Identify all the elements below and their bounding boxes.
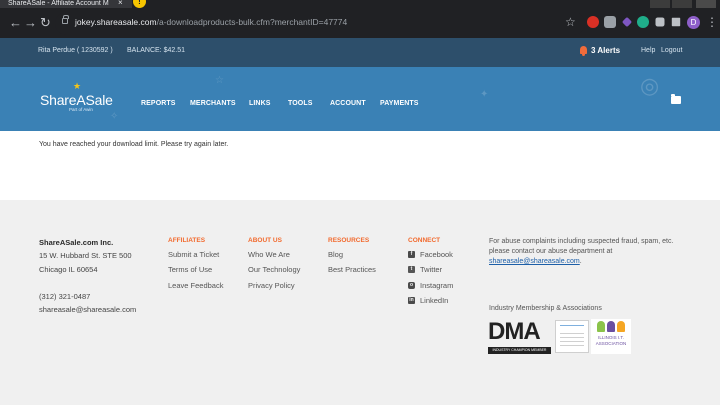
abuse-email-link[interactable]: shareasale@shareasale.com xyxy=(489,258,580,265)
abuse-period: . xyxy=(579,258,582,265)
profile-avatar[interactable]: D xyxy=(687,16,700,29)
illinois-it-text: ILLINOIS I.T. ASSOCIATION xyxy=(595,335,627,346)
folder-icon[interactable] xyxy=(671,94,681,104)
company-name: ShareASale.com Inc. xyxy=(39,238,114,247)
url-text[interactable]: jokey.shareasale.com/a-downloadproducts-… xyxy=(75,16,347,28)
company-email[interactable]: shareasale@shareasale.com xyxy=(39,305,136,315)
browser-menu-icon[interactable]: ⋮ xyxy=(706,14,718,30)
dma-logo-text: DMA xyxy=(488,318,541,345)
help-link[interactable]: Help xyxy=(641,47,655,54)
abuse-notice: For abuse complaints including suspected… xyxy=(489,237,689,267)
extensions-puzzle-icon[interactable] xyxy=(655,17,665,27)
decorative-star-icon: ✦ xyxy=(480,89,489,100)
resources-heading: RESOURCES xyxy=(328,237,370,244)
account-balance: BALANCE: $42.51 xyxy=(127,47,185,54)
membership-heading: Industry Membership & Associations xyxy=(489,305,602,312)
forward-icon[interactable]: → xyxy=(24,15,37,31)
about-heading: ABOUT US xyxy=(248,237,282,244)
user-name: Rita Perdue ( 1230592 ) xyxy=(38,47,113,54)
download-limit-message: You have reached your download limit. Pl… xyxy=(39,141,229,148)
decorative-star-icon: ☆ xyxy=(215,75,224,86)
leave-feedback-link[interactable]: Leave Feedback xyxy=(168,281,223,290)
company-address-line2: Chicago IL 60654 xyxy=(39,265,98,274)
best-practices-link[interactable]: Best Practices xyxy=(328,265,376,274)
tab-title: ShareASale - Affiliate Account M xyxy=(8,0,109,7)
back-icon[interactable]: ← xyxy=(9,15,22,31)
nav-reports[interactable]: REPORTS xyxy=(141,100,176,107)
alerts-link[interactable]: 3 Alerts xyxy=(591,46,620,55)
facebook-icon: f xyxy=(408,251,415,258)
reload-icon[interactable]: ↻ xyxy=(40,15,51,31)
affiliates-heading: AFFILIATES xyxy=(168,237,206,244)
twitter-icon: t xyxy=(408,266,415,273)
nav-links[interactable]: LINKS xyxy=(249,100,271,107)
bookmark-star-icon[interactable]: ☆ xyxy=(565,15,576,29)
blog-link[interactable]: Blog xyxy=(328,250,343,259)
window-close-button[interactable] xyxy=(696,0,716,8)
extension-red-icon[interactable] xyxy=(587,16,599,28)
tab-close-icon[interactable]: × xyxy=(118,0,123,7)
who-we-are-link[interactable]: Who We Are xyxy=(248,250,290,259)
certificate-badge[interactable] xyxy=(555,320,589,353)
bell-icon[interactable] xyxy=(579,45,588,56)
twitter-link[interactable]: Twitter xyxy=(420,265,442,274)
main-nav: ☆ ✦ ✧ ◎ ★ ShareASale Part of Awin REPORT… xyxy=(0,67,720,131)
company-phone: (312) 321-0487 xyxy=(39,292,91,301)
people-icon xyxy=(596,321,626,333)
nav-tools[interactable]: TOOLS xyxy=(288,100,312,107)
minimize-button[interactable] xyxy=(650,0,670,8)
decorative-star-icon: ✧ xyxy=(110,111,119,122)
nav-merchants[interactable]: MERCHANTS xyxy=(190,100,236,107)
shareasale-logo[interactable]: ShareASale xyxy=(40,92,113,108)
reading-list-icon[interactable] xyxy=(671,17,681,27)
logo-subtitle: Part of Awin xyxy=(69,107,93,112)
footer: ShareASale.com Inc. 15 W. Hubbard St. ST… xyxy=(0,200,720,405)
linkedin-icon: in xyxy=(408,297,415,304)
facebook-link[interactable]: Facebook xyxy=(420,250,453,259)
maximize-button[interactable] xyxy=(672,0,692,8)
extension-pen-icon[interactable] xyxy=(621,16,633,28)
main-content: You have reached your download limit. Pl… xyxy=(0,131,720,200)
nav-account[interactable]: ACCOUNT xyxy=(330,100,366,107)
browser-tabstrip: ShareASale - Affiliate Account M × ! xyxy=(0,0,720,8)
browser-toolbar: ← → ↻ jokey.shareasale.com/a-downloadpro… xyxy=(0,8,720,38)
nav-payments[interactable]: PAYMENTS xyxy=(380,100,419,107)
browser-tab[interactable]: ShareASale - Affiliate Account M × xyxy=(0,0,132,8)
our-technology-link[interactable]: Our Technology xyxy=(248,265,300,274)
logout-link[interactable]: Logout xyxy=(661,47,682,54)
dma-badge[interactable]: DMA INDUSTRY CHAMPION MEMBER xyxy=(488,318,551,354)
extension-camera-icon[interactable] xyxy=(604,16,616,28)
connect-heading: CONNECT xyxy=(408,237,441,244)
extension-grammarly-icon[interactable] xyxy=(637,16,649,28)
instagram-link[interactable]: Instagram xyxy=(420,281,453,290)
decorative-astronaut-icon: ◎ xyxy=(640,73,660,98)
privacy-policy-link[interactable]: Privacy Policy xyxy=(248,281,295,290)
company-address-line1: 15 W. Hubbard St. STE 500 xyxy=(39,251,132,260)
account-bar: Rita Perdue ( 1230592 ) BALANCE: $42.51 … xyxy=(0,38,720,67)
tab-alert-icon: ! xyxy=(133,0,146,8)
illinois-it-badge[interactable]: ILLINOIS I.T. ASSOCIATION xyxy=(591,319,631,354)
instagram-icon: o xyxy=(408,282,415,289)
logo-star-icon: ★ xyxy=(73,81,82,91)
lock-icon[interactable] xyxy=(62,15,69,24)
terms-of-use-link[interactable]: Terms of Use xyxy=(168,265,212,274)
dma-band-text: INDUSTRY CHAMPION MEMBER xyxy=(488,347,551,354)
linkedin-link[interactable]: LinkedIn xyxy=(420,296,448,305)
abuse-text: For abuse complaints including suspected… xyxy=(489,238,674,255)
submit-ticket-link[interactable]: Submit a Ticket xyxy=(168,250,219,259)
